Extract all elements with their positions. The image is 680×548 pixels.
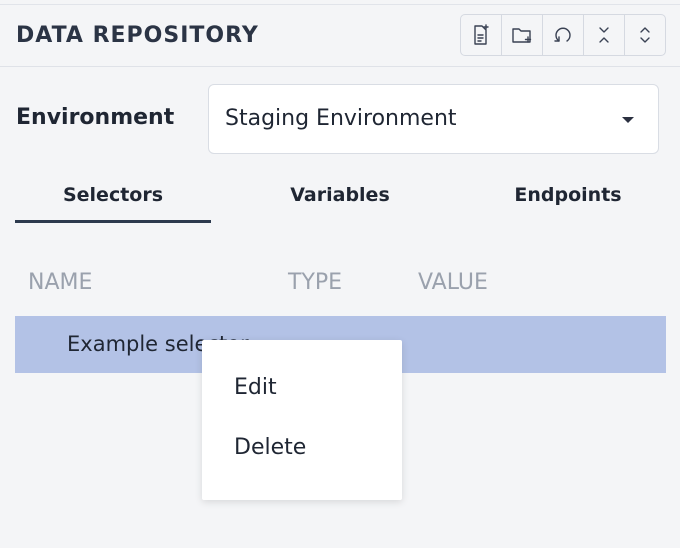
refresh-icon	[554, 27, 571, 42]
new-folder-button[interactable]	[502, 15, 543, 55]
column-header-value[interactable]: VALUE	[418, 270, 488, 295]
panel-header: DATA REPOSITORY	[0, 5, 680, 67]
environment-selected-value: Staging Environment	[225, 106, 457, 131]
collapse-all-button[interactable]	[584, 15, 625, 55]
new-folder-icon	[512, 28, 532, 43]
expand-all-button[interactable]	[625, 15, 665, 55]
caret-down-icon	[622, 117, 634, 123]
active-tab-indicator	[15, 220, 211, 223]
collapse-all-icon	[599, 27, 609, 43]
expand-all-icon	[640, 27, 650, 43]
context-menu: Edit Delete	[202, 340, 402, 500]
column-header-type[interactable]: TYPE	[288, 270, 342, 295]
menu-item-edit[interactable]: Edit	[234, 375, 277, 400]
header-toolbar	[460, 14, 666, 56]
environment-label: Environment	[16, 105, 175, 130]
tab-variables[interactable]: Variables	[242, 184, 438, 206]
panel-title: DATA REPOSITORY	[16, 23, 259, 48]
data-repository-panel: DATA REPOSITORY Environment Staging Envi…	[0, 0, 680, 548]
menu-item-delete[interactable]: Delete	[234, 435, 306, 460]
new-file-button[interactable]	[461, 15, 502, 55]
tab-endpoints[interactable]: Endpoints	[470, 184, 666, 206]
new-file-icon	[474, 24, 489, 45]
tab-selectors[interactable]: Selectors	[15, 184, 211, 206]
refresh-button[interactable]	[543, 15, 584, 55]
environment-dropdown[interactable]: Staging Environment	[208, 84, 659, 154]
column-header-name[interactable]: NAME	[28, 270, 92, 295]
